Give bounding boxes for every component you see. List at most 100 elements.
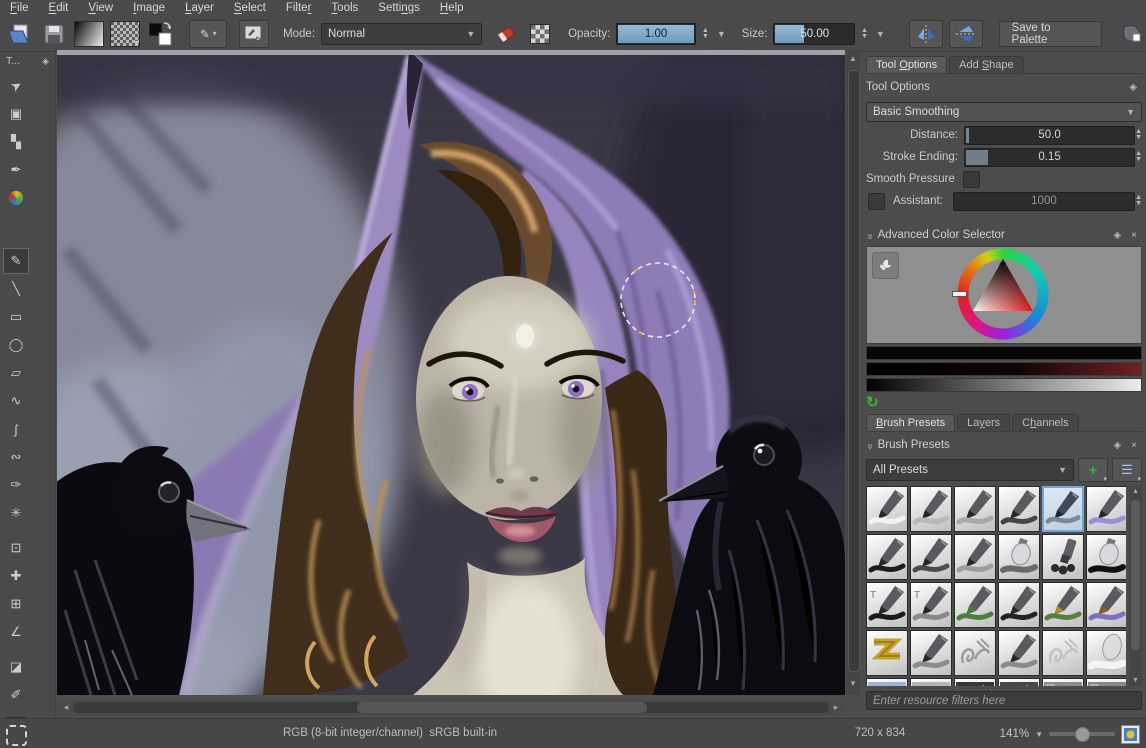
collapse-docker-icon[interactable]: » — [864, 443, 875, 447]
gradient-chooser[interactable]: ▾ — [74, 21, 104, 47]
menu-help[interactable]: Help — [430, 2, 474, 14]
brush-settings-button[interactable]: ✎ ▾ — [189, 20, 227, 48]
eraser-mode-button[interactable] — [492, 21, 520, 47]
scroll-right-icon[interactable]: ▸ — [829, 700, 843, 715]
multibrush-tool[interactable]: ✳ — [3, 500, 29, 526]
brush-preset-7[interactable] — [910, 534, 952, 580]
vertical-scroll-thumb[interactable] — [848, 70, 860, 672]
freehand-path-tool[interactable]: ∾ — [3, 444, 29, 470]
color-history-bar[interactable] — [866, 346, 1142, 360]
brush-preset-24[interactable] — [866, 678, 908, 686]
opacity-slider[interactable]: 1.00 — [616, 23, 696, 45]
open-document-button[interactable] — [6, 21, 34, 47]
assistant-spinner[interactable]: ▲▼ — [1135, 195, 1142, 207]
freehand-brush-tool[interactable]: ✎ — [3, 248, 29, 274]
advanced-color-selector[interactable] — [866, 246, 1142, 344]
brush-preset-27[interactable] — [998, 678, 1040, 686]
fg-bg-color-swatches[interactable] — [146, 21, 176, 47]
menu-layer[interactable]: Layer — [175, 2, 224, 14]
brush-preset-26[interactable] — [954, 678, 996, 686]
scroll-down-icon[interactable]: ▼ — [1129, 677, 1142, 684]
polygon-tool[interactable]: ▱ — [3, 360, 29, 386]
canvas[interactable] — [57, 50, 845, 695]
resource-filter-input[interactable] — [866, 691, 1142, 710]
smooth-pressure-checkbox[interactable] — [963, 171, 980, 188]
zoom-slider[interactable] — [1049, 732, 1115, 736]
zoom-slider-thumb[interactable] — [1075, 727, 1090, 742]
brush-preset-2[interactable] — [954, 486, 996, 532]
size-slider[interactable]: 50.00 — [773, 23, 855, 45]
crop-tool[interactable]: ⊡ — [3, 535, 29, 561]
refresh-colors-icon[interactable]: ↻ — [866, 393, 886, 411]
brush-preset-25[interactable] — [910, 678, 952, 686]
chevron-down-icon[interactable]: ▼ — [1035, 730, 1043, 739]
measure-tool[interactable]: ∠ — [3, 619, 29, 645]
select-shapes-tool[interactable]: ➤ — [3, 73, 29, 99]
polyline-tool[interactable]: ∿ — [3, 388, 29, 414]
edit-brush-preset-button[interactable] — [239, 20, 269, 48]
brush-preset-19[interactable] — [910, 630, 952, 676]
brush-preset-4[interactable] — [1042, 486, 1084, 532]
shade-bar-red[interactable] — [866, 362, 1142, 376]
menu-tools[interactable]: Tools — [321, 2, 368, 14]
blending-mode-dropdown[interactable]: Normal ▼ — [321, 23, 482, 45]
collapse-docker-icon[interactable]: » — [864, 233, 875, 237]
close-icon[interactable]: × — [1126, 440, 1142, 451]
menu-file[interactable]: File — [0, 2, 39, 14]
brush-presets-scrollbar[interactable]: ▲ ▼ — [1129, 486, 1142, 686]
bezier-curve-tool[interactable]: ʃ — [3, 416, 29, 442]
menu-edit[interactable]: Edit — [39, 2, 79, 14]
stroke-ending-spinner[interactable]: ▲▼ — [1135, 151, 1142, 163]
assistant-checkbox[interactable] — [868, 193, 885, 210]
add-preset-button[interactable]: + ▾ — [1078, 458, 1108, 482]
calligraphy-tool[interactable]: ✒ — [3, 157, 29, 183]
mirror-vertical-button[interactable] — [949, 20, 983, 48]
brush-preset-5[interactable] — [1086, 486, 1126, 532]
brush-preset-0[interactable] — [866, 486, 908, 532]
tab-brush-presets[interactable]: Brush Presets — [866, 414, 955, 431]
assistant-slider[interactable]: 1000 — [953, 192, 1135, 211]
menu-image[interactable]: Image — [123, 2, 175, 14]
perspective-transform-tool[interactable]: ⊞ — [3, 591, 29, 617]
distance-slider[interactable]: 50.0 — [964, 126, 1135, 145]
brush-preset-23[interactable] — [1086, 630, 1126, 676]
preset-filter-dropdown[interactable]: All Presets ▼ — [866, 459, 1074, 481]
brush-preset-6[interactable] — [866, 534, 908, 580]
brush-preset-29[interactable] — [1086, 678, 1126, 686]
tab-add-shape[interactable]: Add Shape — [949, 56, 1023, 73]
brush-preset-1[interactable] — [910, 486, 952, 532]
size-spinner[interactable]: ▲▼ — [861, 28, 868, 40]
size-dropdown-chevron[interactable]: ▼ — [874, 29, 887, 39]
brush-preset-15[interactable] — [998, 582, 1040, 628]
close-icon[interactable]: × — [1126, 230, 1142, 241]
opacity-spinner[interactable]: ▲▼ — [702, 28, 709, 40]
color-sampler-tool[interactable] — [3, 185, 29, 211]
brush-preset-8[interactable] — [954, 534, 996, 580]
float-docker-icon[interactable]: ◈ — [1124, 82, 1142, 93]
ellipse-tool[interactable]: ◯ — [3, 332, 29, 358]
brush-preset-16[interactable] — [1042, 582, 1084, 628]
tab-layers[interactable]: Layers — [957, 414, 1010, 431]
tab-tool-options[interactable]: Tool Options — [866, 56, 947, 73]
canvas-horizontal-scrollbar[interactable]: ◂ ▸ — [57, 700, 845, 715]
scroll-up-icon[interactable]: ▲ — [1129, 488, 1142, 495]
zoom-to-fit-icon[interactable] — [1121, 725, 1140, 744]
horizontal-scroll-thumb[interactable] — [357, 702, 647, 713]
opacity-dropdown-chevron[interactable]: ▼ — [715, 29, 728, 39]
brush-preset-28[interactable] — [1042, 678, 1084, 686]
assistant-tool[interactable]: ✐ — [3, 682, 29, 708]
brush-preset-12[interactable]: T — [866, 582, 908, 628]
brush-preset-13[interactable]: T — [910, 582, 952, 628]
pattern-chooser[interactable]: ▾ — [110, 21, 140, 47]
brush-preset-3[interactable] — [998, 486, 1040, 532]
float-docker-icon[interactable]: ◈ — [1108, 230, 1126, 241]
scroll-left-icon[interactable]: ◂ — [59, 700, 73, 715]
dynamic-brush-tool[interactable]: ✑ — [3, 472, 29, 498]
save-button[interactable] — [40, 21, 68, 47]
stroke-ending-slider[interactable]: 0.15 — [964, 148, 1135, 167]
brush-preset-22[interactable] — [1042, 630, 1084, 676]
float-docker-icon[interactable]: ◈ — [42, 56, 49, 67]
menu-settings[interactable]: Settings — [368, 2, 430, 14]
zoom-level-value[interactable]: 141% — [1000, 728, 1029, 740]
shade-bar-gray[interactable] — [866, 378, 1142, 392]
